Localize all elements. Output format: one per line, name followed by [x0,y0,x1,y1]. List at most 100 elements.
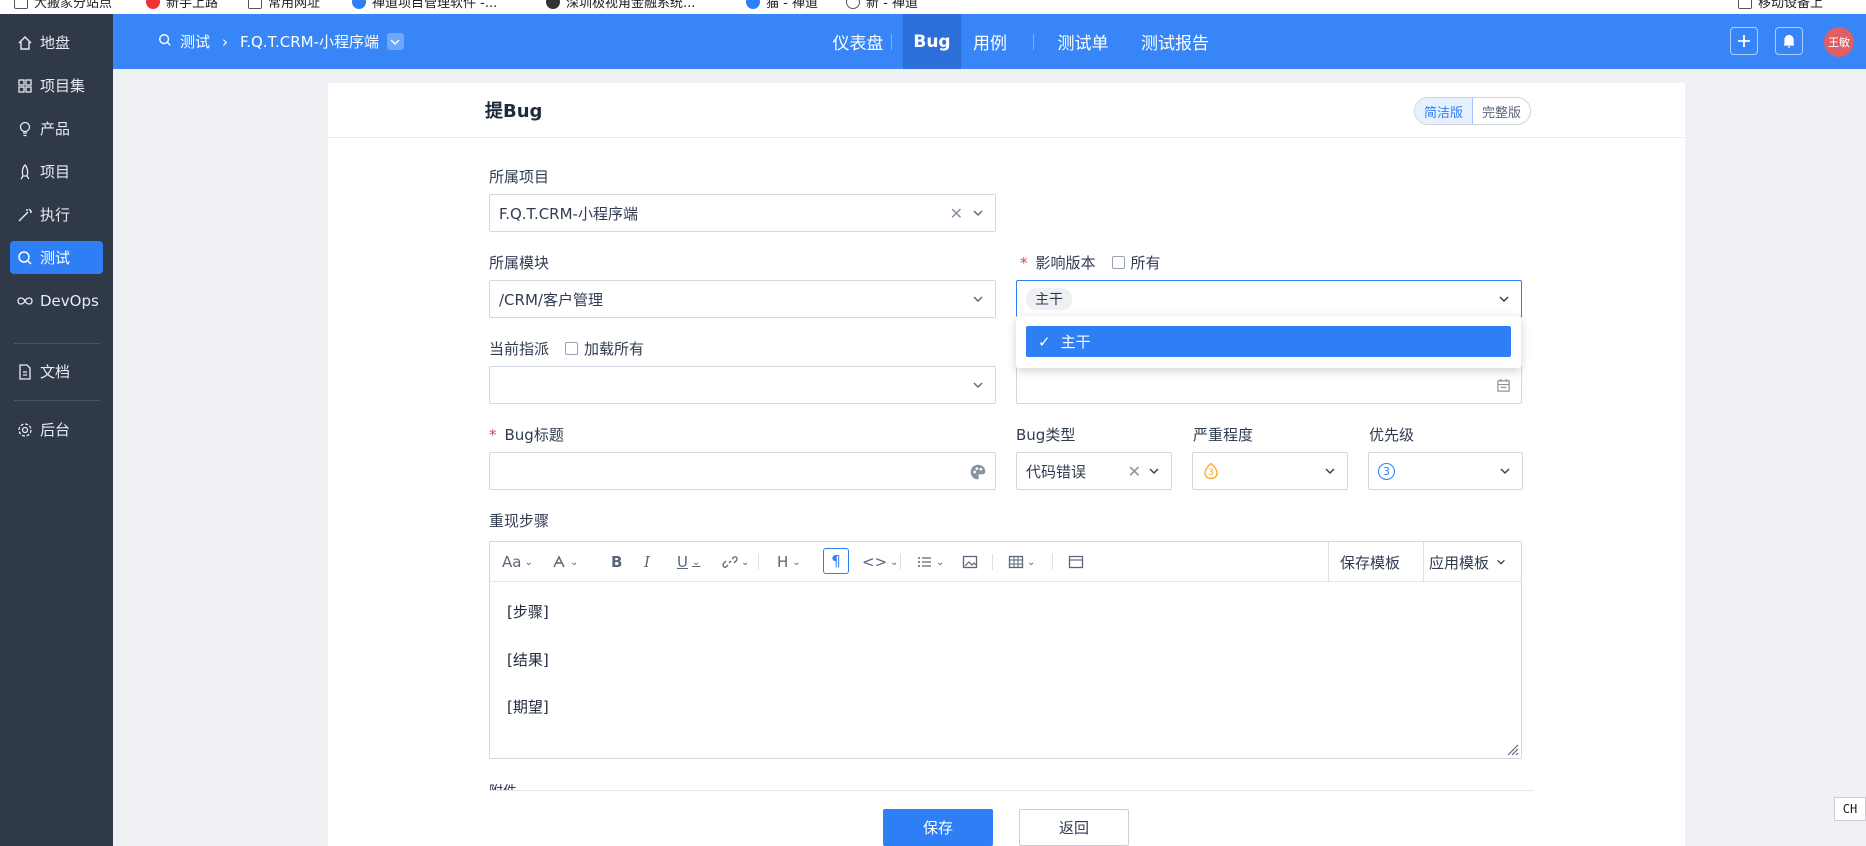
sidebar-item-devops[interactable]: DevOps [10,284,103,317]
document-icon [16,363,34,381]
italic-icon[interactable]: I [644,552,650,572]
steps-editor[interactable]: Aa ⌄ ⌄ B I U ⌄ ⌄ H ⌄ ¶ <> ⌄ ⌄ ⌄ 保存模板 应用模板 [步… [489,541,1522,759]
tab-testreport[interactable]: 测试报告 [1121,14,1229,69]
sidebar-item-execution[interactable]: 执行 [10,198,103,231]
tab-testtask[interactable]: 测试单 [1045,14,1121,69]
bug-type-label: Bug类型 [1016,426,1076,444]
tab-divider [1033,34,1034,50]
infinity-icon [16,292,34,310]
sidebar-item-admin[interactable]: 后台 [10,413,103,446]
zentao-icon [352,0,366,9]
breadcrumb-root[interactable]: 测试 [180,31,210,52]
sidebar-item-test[interactable]: 测试 [10,241,103,274]
paragraph-icon[interactable]: ¶ [823,548,849,574]
image-icon[interactable] [962,552,978,572]
bug-title-input[interactable] [489,452,996,490]
link-icon[interactable]: ⌄ [722,552,749,572]
bug-title-label-text: Bug标题 [504,426,564,444]
check-icon: ✓ [1038,332,1051,351]
priority-value: 3 [1383,464,1390,478]
search-icon [16,249,34,267]
toolbar-divider [1328,542,1329,582]
notification-button[interactable] [1775,27,1803,55]
assign-load-all-checkbox[interactable] [565,342,579,355]
module-label: 所属模块 [489,254,550,272]
list-icon[interactable]: ⌄ [917,552,944,572]
folder-icon [1738,0,1752,9]
text-color-icon[interactable]: ⌄ [551,552,578,572]
footer-divider [489,790,1534,791]
font-size-icon[interactable]: Aa ⌄ [502,552,533,572]
toolbar-divider [900,554,901,570]
chevron-down-icon [1497,559,1505,565]
save-button[interactable]: 保存 [883,809,993,846]
apply-template-button[interactable]: 应用模板 [1429,542,1507,582]
sidebar-item-label: 执行 [40,206,71,224]
version-select[interactable]: 主干 [1016,280,1522,318]
bookmark-item[interactable]: 大搬家分站点 [14,0,112,11]
sidebar-item-product[interactable]: 产品 [10,112,103,145]
breadcrumb: 测试 › F.Q.T.CRM-小程序端 [158,14,404,69]
top-header: 测试 › F.Q.T.CRM-小程序端 仪表盘 Bug 用例 测试单 测试报告 … [113,14,1866,69]
clear-icon[interactable]: ✕ [1128,462,1141,481]
bookmark-item[interactable]: 猫 - 禅道 [746,0,818,11]
globe-icon [846,0,860,9]
product-switch-button[interactable] [386,33,404,50]
palette-icon[interactable] [969,463,987,481]
breadcrumb-product[interactable]: F.Q.T.CRM-小程序端 [240,31,379,52]
bookmark-item[interactable]: 新 - 禅道 [846,0,918,11]
back-button[interactable]: 返回 [1019,809,1129,846]
priority-select[interactable]: 3 [1368,452,1523,490]
bookmark-item[interactable]: 禅道项目管理软件 -... [352,0,497,11]
ime-indicator[interactable]: CH [1834,797,1866,821]
code-icon[interactable]: <> ⌄ [862,552,899,572]
assign-label-text: 当前指派 [489,340,550,358]
resize-handle-icon[interactable] [1505,742,1519,756]
module-value: /CRM/客户管理 [499,290,603,309]
version-all-checkbox[interactable] [1111,256,1125,269]
version-option[interactable]: ✓ 主干 [1026,326,1511,357]
bookmark-item[interactable]: 移动设备上 [1738,0,1823,11]
sidebar-item-doc[interactable]: 文档 [10,355,103,388]
severity-select[interactable]: 3 [1192,452,1348,490]
template-icon[interactable] [1068,552,1084,572]
site-icon [546,0,560,9]
sidebar-item-label: 文档 [40,363,71,381]
assign-select[interactable] [489,366,996,404]
folder-icon [248,0,262,9]
sidebar-item-home[interactable]: 地盘 [10,26,103,59]
toolbar-divider [758,554,759,570]
wand-icon [16,206,34,224]
create-button[interactable] [1730,27,1758,55]
mode-full-button[interactable]: 完整版 [1473,98,1530,124]
sidebar-item-label: 项目 [40,163,71,181]
tab-bug[interactable]: Bug [903,14,961,69]
bulb-icon [16,120,34,138]
underline-icon[interactable]: U ⌄ [677,552,700,572]
sidebar: 地盘 项目集 产品 项目 执行 测试 DevOps 文档 后台 [0,14,113,846]
mode-simple-button[interactable]: 简洁版 [1415,98,1474,124]
bookmark-item[interactable]: 新手上路 [146,0,218,11]
sidebar-item-label: DevOps [40,291,99,310]
sidebar-item-project[interactable]: 项目 [10,155,103,188]
tab-case[interactable]: 用例 [961,14,1019,69]
sidebar-item-programs[interactable]: 项目集 [10,69,103,102]
avatar[interactable]: 王敏 [1824,27,1854,57]
bookmark-item[interactable]: 深圳极视角金融系统... [546,0,695,11]
module-select[interactable]: /CRM/客户管理 [489,280,996,318]
bug-type-select[interactable]: 代码错误 ✕ [1016,452,1172,490]
sidebar-item-label: 项目集 [40,77,86,95]
tab-divider [891,34,892,50]
heading-icon[interactable]: H ⌄ [777,552,801,572]
save-template-button[interactable]: 保存模板 [1340,542,1400,582]
bookmark-item[interactable]: 常用网址 [248,0,320,11]
bold-icon[interactable]: B [611,552,622,572]
table-icon[interactable]: ⌄ [1008,552,1035,572]
deadline-input[interactable] [1016,366,1522,404]
tab-dashboard[interactable]: 仪表盘 [813,14,903,69]
form-mode-switch: 简洁版 完整版 [1414,97,1532,125]
version-tag[interactable]: 主干 [1026,288,1072,310]
clear-icon[interactable]: ✕ [950,204,963,223]
editor-toolbar: Aa ⌄ ⌄ B I U ⌄ ⌄ H ⌄ ¶ <> ⌄ ⌄ ⌄ 保存模板 应用模板 [490,542,1521,582]
project-select[interactable]: F.Q.T.CRM-小程序端 ✕ [489,194,996,232]
